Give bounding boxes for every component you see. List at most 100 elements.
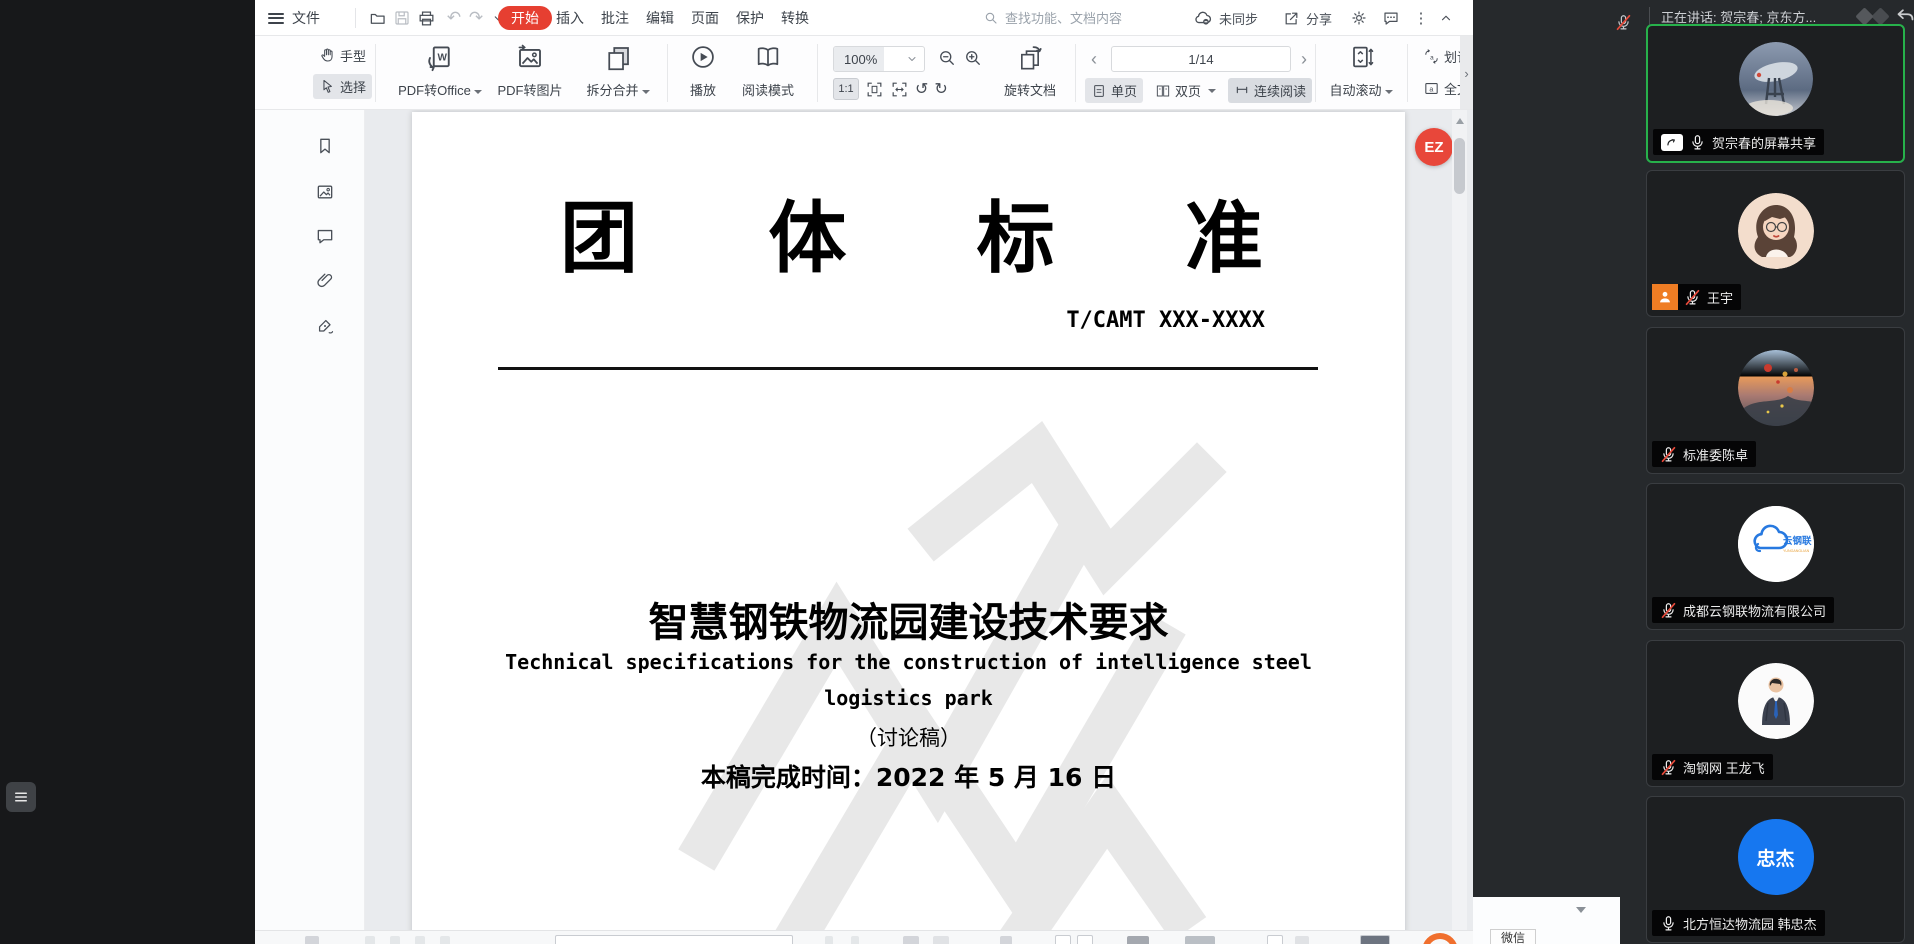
- next-page-button[interactable]: ›: [1301, 46, 1307, 72]
- participant-tile[interactable]: 云钢联 YUNGANGLIAN 成都云钢联物流有限公司: [1646, 483, 1905, 630]
- meeting-nav-shape-2[interactable]: [1871, 7, 1889, 25]
- print-button[interactable]: [415, 7, 437, 29]
- undo-button[interactable]: ↶: [443, 7, 465, 29]
- pdf-page: 团体标准 T/CAMT XXX-XXXX 智慧钢铁物流园建设技术要求 Techn…: [412, 112, 1405, 930]
- sync-status[interactable]: 未同步: [1193, 0, 1258, 36]
- ribbon-overflow-button[interactable]: ›: [1460, 36, 1473, 110]
- double-page-button[interactable]: 双页: [1149, 78, 1222, 103]
- chevron-down-icon: [906, 53, 918, 65]
- actual-size-button[interactable]: 1:1: [833, 78, 859, 100]
- participant-name: 标准委陈卓: [1683, 445, 1748, 464]
- avatar-initials: 忠杰: [1738, 819, 1814, 895]
- feedback-button[interactable]: [1380, 7, 1402, 29]
- main-menu-button[interactable]: 文件: [268, 0, 320, 36]
- cloud-logo-text: 云钢联: [1783, 535, 1812, 547]
- continuous-read-button[interactable]: 连续阅读: [1228, 78, 1312, 103]
- fit-page-button[interactable]: [865, 80, 884, 99]
- scroll-thumb[interactable]: [1454, 138, 1465, 194]
- wps-pdf-window: 文件 ↶ ↷ 开始 插入 批注 编辑 页面 保护 转换 未同步: [255, 0, 1473, 944]
- bookmarks-panel-button[interactable]: [315, 136, 335, 156]
- participant-name: 北方恒达物流园 韩忠杰: [1683, 914, 1817, 933]
- chevron-down-icon[interactable]: [1576, 907, 1586, 913]
- participant-tile[interactable]: 王宇: [1646, 170, 1905, 317]
- search-input[interactable]: [1005, 11, 1145, 26]
- collapse-ribbon-button[interactable]: [1435, 7, 1457, 29]
- participant-name: 成都云钢联物流有限公司: [1683, 601, 1826, 620]
- hand-tool-button[interactable]: 手型: [313, 43, 372, 68]
- svg-text:YUNGANGLIAN: YUNGANGLIAN: [1783, 549, 1810, 553]
- avatar-telescope: [1739, 42, 1813, 116]
- zoom-level-select[interactable]: 100%: [833, 46, 925, 72]
- signature-panel-button[interactable]: [315, 316, 335, 336]
- vertical-scrollbar[interactable]: [1452, 110, 1467, 930]
- zoom-value: 100%: [834, 52, 906, 67]
- list-icon: [12, 788, 30, 806]
- cursor-icon: [319, 78, 336, 95]
- hamburger-icon: [268, 13, 284, 24]
- auto-scroll-button[interactable]: 自动滚动: [1323, 40, 1399, 104]
- file-menu-label: 文件: [292, 8, 320, 28]
- double-page-icon: [1155, 83, 1171, 99]
- page-indicator-input[interactable]: 1/14: [1111, 46, 1291, 72]
- rotate-ccw-button[interactable]: ↺: [915, 79, 928, 99]
- play-button[interactable]: 播放: [675, 40, 731, 104]
- tab-convert[interactable]: 转换: [768, 6, 822, 30]
- meeting-panel: 正在讲话: 贺宗春; 京东方... 贺宗春的屏幕共享: [1473, 0, 1914, 944]
- save-button[interactable]: [391, 7, 413, 29]
- more-options-button[interactable]: ⋮: [1410, 7, 1432, 29]
- sync-label: 未同步: [1219, 9, 1258, 28]
- split-merge-button[interactable]: 拆分合并: [575, 40, 661, 104]
- book-icon: [754, 43, 782, 71]
- mic-muted-icon: [1660, 446, 1677, 463]
- share-button[interactable]: 分享: [1283, 0, 1332, 36]
- cloud-sync-icon: [1193, 8, 1213, 28]
- open-file-button[interactable]: [367, 7, 389, 29]
- speaker-muted-mic-icon[interactable]: [1615, 14, 1632, 31]
- single-page-icon: [1091, 83, 1107, 99]
- screen-share-icon: [1661, 134, 1683, 151]
- select-tool-button[interactable]: 选择: [313, 74, 372, 99]
- read-mode-button[interactable]: 阅读模式: [735, 40, 801, 104]
- pdf-to-image-icon: [515, 43, 545, 73]
- return-arrow-icon[interactable]: [1895, 5, 1914, 26]
- host-badge-icon: [1652, 284, 1678, 310]
- pdf-to-image-button[interactable]: PDF转图片: [487, 40, 573, 104]
- fit-width-button[interactable]: [890, 80, 909, 99]
- full-translate-icon: [1423, 80, 1440, 97]
- mic-on-icon: [1689, 134, 1706, 151]
- play-icon: [689, 43, 717, 71]
- attachments-panel-button[interactable]: [315, 270, 335, 290]
- completion-date: 本稿完成时间：2022 年 5 月 16 日: [412, 758, 1405, 794]
- rotate-document-button[interactable]: 旋转文档: [997, 40, 1063, 104]
- images-panel-button[interactable]: [315, 182, 335, 202]
- zoom-in-button[interactable]: [963, 48, 983, 68]
- mic-muted-icon: [1660, 602, 1677, 619]
- rotate-cw-button[interactable]: ↻: [934, 79, 947, 99]
- document-title-en-line2: logistics park: [412, 686, 1405, 710]
- comments-panel-button[interactable]: [315, 226, 335, 246]
- desktop: 文件 ↶ ↷ 开始 插入 批注 编辑 页面 保护 转换 未同步: [0, 0, 1914, 944]
- document-title: 智慧钢铁物流园建设技术要求: [412, 590, 1405, 648]
- participant-tile[interactable]: 标准委陈卓: [1646, 327, 1905, 474]
- left-tool-rail: [255, 110, 365, 930]
- rotate-pages-icon: [1016, 43, 1044, 71]
- search-box[interactable]: [983, 6, 1153, 30]
- single-page-button[interactable]: 单页: [1085, 78, 1143, 103]
- participant-tile[interactable]: 淘钢网 王龙飞: [1646, 640, 1905, 787]
- redo-button[interactable]: ↷: [465, 7, 487, 29]
- participant-tile[interactable]: 贺宗春的屏幕共享: [1646, 24, 1905, 163]
- participant-name: 贺宗春的屏幕共享: [1712, 133, 1816, 152]
- standard-type-title: 团体标准: [412, 200, 1405, 278]
- settings-button[interactable]: [1348, 7, 1370, 29]
- menu-bar: 文件 ↶ ↷ 开始 插入 批注 编辑 页面 保护 转换 未同步: [255, 0, 1473, 36]
- prev-page-button[interactable]: ‹: [1091, 46, 1097, 72]
- chevron-up-icon: [1439, 11, 1453, 25]
- scroll-up-arrow[interactable]: [1456, 118, 1464, 124]
- participant-tile[interactable]: 忠杰 北方恒达物流园 韩忠杰: [1646, 796, 1905, 943]
- floating-red-badge[interactable]: EZ: [1415, 128, 1453, 166]
- zoom-out-button[interactable]: [937, 48, 957, 68]
- outline-floating-button[interactable]: [6, 782, 36, 812]
- document-viewport[interactable]: 团体标准 T/CAMT XXX-XXXX 智慧钢铁物流园建设技术要求 Techn…: [365, 110, 1473, 930]
- pdf-to-office-button[interactable]: PDF转Office: [397, 40, 483, 104]
- mic-muted-icon: [1684, 289, 1701, 306]
